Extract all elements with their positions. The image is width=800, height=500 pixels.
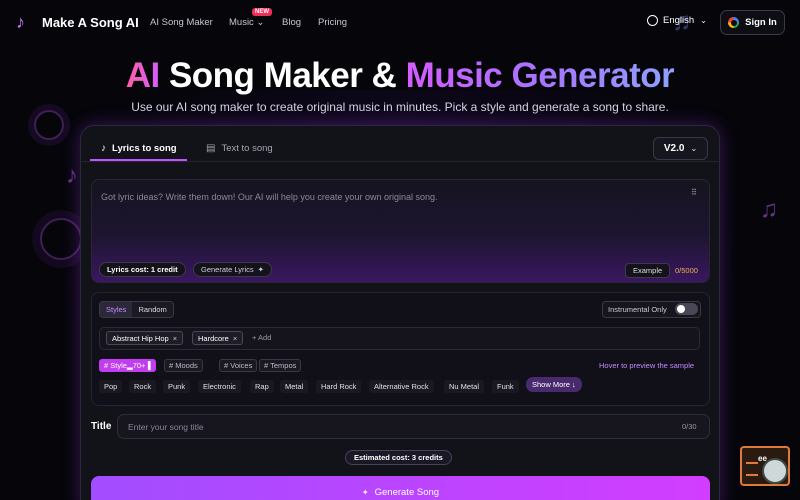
document-icon: ▤ [206,143,216,154]
genre-chip[interactable]: Electronic [198,380,241,393]
genre-chip[interactable]: Hard Rock [316,380,362,393]
title-label: Title [91,421,112,432]
category-tempos[interactable]: # Tempos [259,359,302,372]
lyrics-character-counter: 0/5000 [675,266,698,275]
category-moods[interactable]: # Moods [164,359,203,372]
genre-chip[interactable]: Rap [250,380,274,393]
language-selector[interactable]: English ⌄ [647,15,707,26]
tag-label: Abstract Hip Hop [112,333,169,343]
sign-in-button[interactable]: Sign In [720,10,785,35]
logo-text: Make A Song AI [42,14,139,30]
nav-music[interactable]: Music ⌄ [229,17,264,28]
instrumental-toggle[interactable] [675,303,698,315]
close-icon[interactable]: × [233,334,237,343]
category-voices[interactable]: # Voices [219,359,258,372]
vinyl-record-decoration [34,110,64,140]
generate-song-button[interactable]: ✦ Generate Song [91,476,710,500]
segment-random[interactable]: Random [132,302,173,317]
music-note-decoration: ♫ [760,196,778,223]
title-gradient: Music Generator [405,56,675,95]
example-button[interactable]: Example [625,263,671,278]
tab-label: Lyrics to song [112,143,177,154]
globe-icon [647,15,658,26]
sparkle-icon: ✦ [361,487,369,497]
music-note-icon: ♪ [16,12,25,32]
title-middle: Song Maker & [159,56,406,95]
sparkle-icon: ✦ [257,265,264,274]
tab-text-to-song[interactable]: ▤ Text to song [206,143,273,154]
segment-styles[interactable]: Styles [100,302,133,317]
close-icon[interactable]: × [173,334,177,343]
generate-lyrics-button[interactable]: Generate Lyrics ✦ [193,262,272,277]
nav-blog[interactable]: Blog [282,17,301,28]
tab-divider [81,161,719,162]
add-tag-button[interactable]: + Add [252,333,271,342]
genre-chip[interactable]: Rock [129,380,157,393]
vinyl-record-decoration [40,218,82,260]
style-tag: Hardcore × [192,331,244,345]
music-note-decoration: ♪ [66,162,78,189]
genre-chip[interactable]: Nu Metal [444,380,485,393]
generate-song-label: Generate Song [374,486,440,498]
expand-icon[interactable]: ⠿ [691,188,701,198]
genre-chip[interactable]: Punk [163,380,191,393]
genre-chip[interactable]: Alternative Rock [369,380,434,393]
version-select[interactable]: V2.0 ⌄ [653,137,708,160]
category-style[interactable]: # Style▂70+▐ [99,359,156,372]
tag-label: Hardcore [198,333,229,343]
instrumental-label: Instrumental Only [608,305,667,314]
lyrics-cost-badge: Lyrics cost: 1 credit [99,262,186,277]
google-icon [728,17,740,28]
language-label: English [663,15,695,26]
chevron-down-icon: ⌄ [700,16,707,25]
title-character-counter: 0/30 [682,422,697,431]
logo[interactable]: ♪ Make A Song AI [16,12,139,32]
page-subtitle: Use our AI song maker to create original… [131,100,669,114]
title-ai: AI [125,56,161,95]
top-navbar: ♪ Make A Song AI AI Song Maker Music ⌄ N… [0,0,800,44]
genre-chip[interactable]: Metal [280,380,309,393]
page-title: AI Song Maker & Music Generator [0,56,800,96]
genre-chip[interactable]: Pop [99,380,123,393]
version-label: V2.0 [663,143,685,154]
chevron-down-icon: ⌄ [256,17,265,28]
generate-lyrics-label: Generate Lyrics [201,265,254,274]
lyrics-placeholder: Got lyric ideas? Write them down! Our AI… [101,192,438,202]
style-mode-toggle: Styles Random [99,301,174,318]
nav-music-label: Music [229,17,254,28]
tab-label: Text to song [221,143,273,154]
nav-ai-song-maker[interactable]: AI Song Maker [150,17,213,28]
help-chat-widget[interactable]: ee [740,446,790,486]
music-note-icon: ♪ [101,143,106,154]
estimated-cost-badge: Estimated cost: 3 credits [345,450,452,465]
chevron-down-icon: ⌄ [690,144,698,153]
nav-pricing[interactable]: Pricing [318,17,347,28]
menu-lines-icon [746,462,758,476]
style-tag: Abstract Hip Hop × [106,331,184,345]
show-more-button[interactable]: Show More ↓ [526,377,582,392]
sign-in-label: Sign In [745,17,777,28]
tab-lyrics-to-song[interactable]: ♪ Lyrics to song [101,143,177,154]
new-badge: NEW [252,8,272,16]
style-tags-input[interactable] [99,327,700,350]
hover-preview-hint: Hover to preview the sample [599,361,695,370]
song-title-input[interactable]: Enter your song title [117,414,710,439]
title-placeholder: Enter your song title [128,421,204,432]
genre-chip[interactable]: Funk [492,380,519,393]
widget-text: ee [758,454,767,463]
